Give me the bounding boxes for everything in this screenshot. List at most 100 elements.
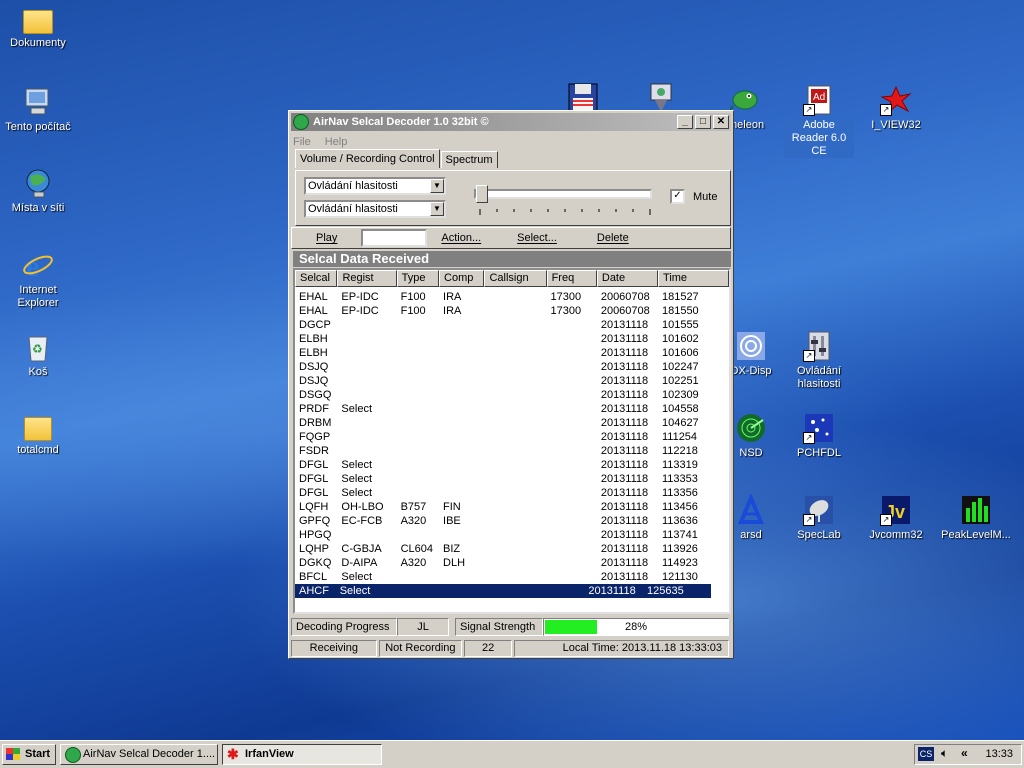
column-header-time[interactable]: Time	[658, 270, 729, 287]
slider-thumb[interactable]	[476, 185, 488, 203]
list-cell-comp: IRA	[443, 305, 462, 317]
list-cell-regist: Select	[341, 473, 372, 485]
list-cell-selcal: ELBH	[299, 347, 328, 359]
list-cell-date: 20131118	[600, 403, 649, 415]
menu-help[interactable]: Help	[325, 136, 348, 148]
desktop-icon-totalcmd[interactable]: totalcmd	[3, 413, 73, 457]
desktop-icon-speclab[interactable]: ↗ SpecLab	[784, 494, 854, 542]
arsd-icon	[735, 492, 767, 526]
list-row[interactable]: PRDF Select 20131118 104558	[295, 402, 729, 416]
list-cell-regist: D-AIPA	[341, 557, 378, 569]
chevron-left-icon[interactable]: «	[961, 746, 968, 760]
folder-icon	[24, 417, 52, 441]
mute-control[interactable]: ✓ Mute	[670, 189, 717, 204]
shortcut-arrow-icon: ↗	[803, 350, 815, 362]
column-header-type[interactable]: Type	[396, 270, 440, 287]
list-row[interactable]: DFGL Select 20131118 113319	[295, 458, 729, 472]
column-header-comp[interactable]: Comp	[439, 270, 485, 287]
list-cell-comp	[439, 402, 484, 416]
list-cell-time: 104558	[661, 403, 699, 415]
play-button[interactable]: Play	[316, 232, 337, 244]
select-button[interactable]: Select...	[517, 232, 557, 244]
speaker-icon[interactable]: 🔈︎	[941, 746, 948, 761]
taskbar-button-irfanview[interactable]: ✱ IrfanView	[222, 744, 382, 765]
list-row[interactable]: EHAL EP-IDC F100 IRA 17300 20060708 181527	[295, 290, 729, 304]
volume-slider[interactable]	[470, 183, 654, 223]
selcal-input[interactable]	[361, 229, 428, 247]
desktop-icon-mista-v-siti[interactable]: Místa v síti	[3, 167, 73, 215]
chevron-down-icon[interactable]: ▼	[430, 202, 444, 216]
list-row[interactable]: LQFH OH-LBO B757 FIN 20131118 113456	[295, 500, 729, 514]
list-row[interactable]: HPGQ 20131118 113741	[295, 528, 729, 542]
chevron-down-icon[interactable]: ▼	[430, 179, 444, 193]
list-row[interactable]: DGKQ D-AIPA A320 DLH 20131118 114923	[295, 556, 729, 570]
list-row[interactable]: DGCP 20131118 101555	[295, 318, 729, 332]
minimize-button[interactable]: _	[677, 115, 693, 129]
list-row[interactable]: LQHP C-GBJA CL604 BIZ 20131118 113926	[295, 542, 729, 556]
tab-spectrum[interactable]: Spectrum	[440, 151, 498, 168]
list-cell-regist	[337, 528, 396, 542]
list-cell-comp: IRA	[443, 291, 462, 303]
language-indicator[interactable]: CS	[918, 747, 934, 761]
desktop-icon-i-view32[interactable]: ↗ I_VIEW32	[861, 84, 931, 132]
mute-checkbox[interactable]: ✓	[670, 189, 685, 204]
desktop-icon-kos[interactable]: ♻ Koš	[3, 331, 73, 379]
desktop-icon-pchfdl[interactable]: ↗ PCHFDL	[784, 412, 854, 460]
column-header-selcal[interactable]: Selcal	[295, 270, 338, 287]
column-header-callsign[interactable]: Callsign	[484, 270, 547, 287]
list-row[interactable]: DRBM 20131118 104627	[295, 416, 729, 430]
desktop-icon-tento-pocitac[interactable]: Tento počítač	[3, 86, 73, 134]
column-header-regist[interactable]: Regist	[337, 270, 397, 287]
start-button[interactable]: Start	[2, 744, 56, 765]
desktop-icon-internet-explorer[interactable]: e Internet Explorer	[3, 249, 73, 310]
list-row[interactable]: BFCL Select 20131118 121130	[295, 570, 729, 584]
list-row[interactable]: FSDR 20131118 112218	[295, 444, 729, 458]
list-cell-time: 113636	[661, 515, 698, 527]
list-row[interactable]: DSJQ 20131118 102251	[295, 374, 729, 388]
list-cell-type	[397, 416, 439, 430]
clock: 13:33	[985, 748, 1013, 760]
menu-file[interactable]: File	[293, 136, 311, 148]
list-row[interactable]: ELBH 20131118 101602	[295, 332, 729, 346]
list-cell-time: 121130	[661, 571, 698, 583]
slider-ticks	[479, 209, 651, 215]
list-row[interactable]: EHAL EP-IDC F100 IRA 17300 20060708 181550	[295, 304, 729, 318]
list-cell-comp	[439, 318, 484, 332]
list-cell-comp	[439, 444, 484, 458]
title-bar[interactable]: AirNav Selcal Decoder 1.0 32bit © _ □ ✕	[291, 113, 731, 131]
list-cell-regist	[337, 374, 396, 388]
list-row[interactable]: DFGL Select 20131118 113356	[295, 486, 729, 500]
desktop-icon-adobe-reader[interactable]: Ad ↗ Adobe Reader 6.0 CE	[784, 84, 854, 158]
taskbar-button-airnav[interactable]: AirNav Selcal Decoder 1....	[60, 744, 218, 765]
list-row[interactable]: DSGQ 20131118 102309	[295, 388, 729, 402]
list-row[interactable]: ELBH 20131118 101606	[295, 346, 729, 360]
list-cell-date: 20131118	[600, 557, 649, 569]
close-button[interactable]: ✕	[713, 115, 729, 129]
delete-button[interactable]: Delete	[597, 232, 629, 244]
column-header-date[interactable]: Date	[596, 270, 659, 287]
list-cell-comp	[439, 416, 484, 430]
desktop-icon-jvcomm32[interactable]: Jv ↗ Jvcomm32	[861, 494, 931, 542]
list-row[interactable]: GPFQ EC-FCB A320 IBE 20131118 113636	[295, 514, 729, 528]
list-cell-selcal: GPFQ	[299, 515, 331, 527]
desktop-icon-dokumenty[interactable]: Dokumenty	[3, 4, 73, 50]
desktop-icon-ovladani-hlasitosti[interactable]: ↗ Ovládání hlasitosti	[784, 330, 854, 391]
action-button[interactable]: Action...	[441, 232, 481, 244]
taskbar: Start AirNav Selcal Decoder 1.... ✱ Irfa…	[0, 740, 1024, 768]
volume-source-select-2[interactable]: Ovládání hlasitosti ▼	[304, 200, 446, 218]
list-row[interactable]: DFGL Select 20131118 113353	[295, 472, 729, 486]
list-row[interactable]: FQGP 20131118 111254	[295, 430, 729, 444]
shortcut-arrow-icon: ↗	[803, 104, 815, 116]
maximize-button[interactable]: □	[695, 115, 711, 129]
desktop-icon-peaklevelm[interactable]: PeakLevelM...	[938, 494, 1014, 542]
list-row[interactable]: AHCF Select 20131118 125635	[295, 584, 711, 598]
selcal-list[interactable]: Selcal Regist Type Comp Callsign Freq Da…	[293, 268, 731, 614]
column-header-freq[interactable]: Freq	[546, 270, 597, 287]
list-cell-freq	[547, 388, 597, 402]
tab-volume-recording[interactable]: Volume / Recording Control	[295, 149, 440, 168]
list-cell-type	[397, 388, 439, 402]
volume-source-select-1[interactable]: Ovládání hlasitosti ▼	[304, 177, 446, 195]
list-row[interactable]: DSJQ 20131118 102247	[295, 360, 729, 374]
list-cell-regist: OH-LBO	[341, 501, 384, 513]
list-cell-regist: EP-IDC	[341, 291, 379, 303]
